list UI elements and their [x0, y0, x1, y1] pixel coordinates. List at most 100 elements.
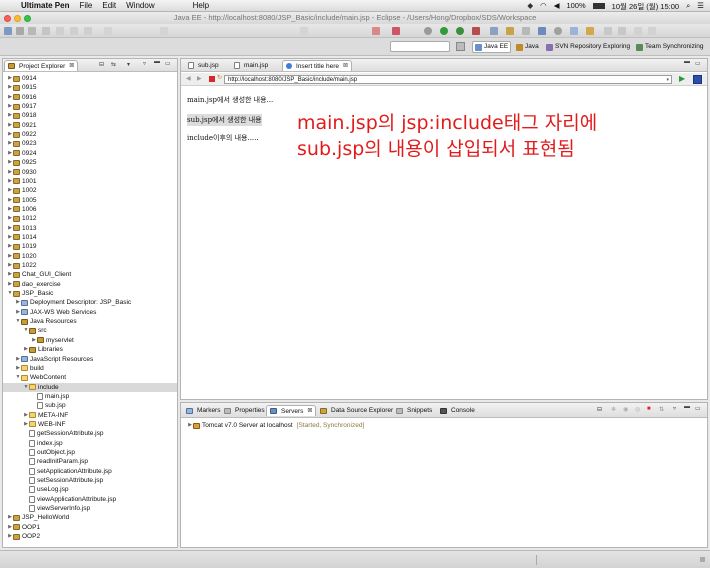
tree-item[interactable]: outObject.jsp: [3, 448, 177, 457]
toolbar-icon-26[interactable]: [634, 27, 642, 35]
forward-nav-icon[interactable]: [618, 27, 626, 35]
tree-item[interactable]: ▼ JSP_Basic: [3, 289, 177, 298]
tree-item[interactable]: index.jsp: [3, 439, 177, 448]
volume-icon[interactable]: ◀: [554, 1, 560, 12]
tree-item[interactable]: ▶ JAX-WS Web Services: [3, 308, 177, 317]
tab-main-jsp[interactable]: main.jsp: [231, 60, 271, 71]
tree-item[interactable]: viewServerInfo.jsp: [3, 504, 177, 513]
profile-server-icon[interactable]: ◎: [635, 406, 640, 413]
debug-server-icon[interactable]: ✻: [611, 406, 616, 413]
back-arrow-icon[interactable]: ◀: [186, 75, 191, 82]
close-icon[interactable]: ⊠: [343, 61, 348, 72]
open-external-browser-icon[interactable]: [693, 75, 702, 84]
stop-server-icon[interactable]: ■: [647, 406, 651, 412]
tab-project-explorer[interactable]: Project Explorer ⊠: [4, 60, 79, 72]
refresh-icon[interactable]: ↻: [217, 74, 222, 81]
tree-item[interactable]: readInitParam.jsp: [3, 457, 177, 466]
toolbar-icon-9[interactable]: [160, 27, 168, 35]
close-icon[interactable]: ⊠: [69, 61, 74, 72]
tree-item[interactable]: sub.jsp: [3, 401, 177, 410]
tree-item[interactable]: ▶ 1019: [3, 242, 177, 251]
menu-window[interactable]: Window: [126, 1, 154, 10]
save-all-icon[interactable]: [28, 27, 36, 35]
tree-item[interactable]: ▶ 0917: [3, 102, 177, 111]
perspective-java-ee[interactable]: Java EE: [472, 41, 512, 53]
perspective-team-sync[interactable]: Team Synchronizing: [634, 41, 706, 53]
external-tools-icon[interactable]: [472, 27, 480, 35]
perspective-java[interactable]: Java: [514, 41, 541, 53]
search-toolbar-icon[interactable]: [554, 27, 562, 35]
tree-item[interactable]: ▶ 0914: [3, 74, 177, 83]
list-icon[interactable]: ☰: [697, 1, 704, 12]
forward-arrow-icon[interactable]: ▶: [197, 75, 202, 82]
tree-item[interactable]: ▶ 1020: [3, 252, 177, 261]
tree-item[interactable]: ▶ JSP_HelloWorld: [3, 513, 177, 522]
close-icon[interactable]: ⊠: [307, 406, 312, 417]
tree-item[interactable]: setApplicationAttribute.jsp: [3, 467, 177, 476]
tab-insert-title-here[interactable]: Insert title here ⊠: [282, 60, 353, 72]
tree-item[interactable]: ▶ dao_exercise: [3, 280, 177, 289]
open-perspective-icon[interactable]: [456, 42, 465, 51]
back-nav-icon[interactable]: [604, 27, 612, 35]
minimize-view-icon[interactable]: ▬: [154, 59, 160, 65]
go-icon[interactable]: ▶: [679, 74, 685, 83]
tree-item[interactable]: ▶ 1012: [3, 214, 177, 223]
tree-item[interactable]: ▼ include: [3, 382, 177, 392]
toolbar-icon-20[interactable]: [538, 27, 546, 35]
tree-item[interactable]: ▼ src: [3, 326, 177, 335]
tree-item[interactable]: ▶ Deployment Descriptor: JSP_Basic: [3, 298, 177, 307]
maximize-editor-icon[interactable]: ▭: [695, 60, 701, 67]
tree-item[interactable]: ▶ 0924: [3, 149, 177, 158]
tab-markers[interactable]: Markers: [183, 405, 223, 416]
toolbar-icon-12[interactable]: [392, 27, 400, 35]
print-icon[interactable]: [42, 27, 50, 35]
tree-item[interactable]: ▶ WEB-INF: [3, 420, 177, 429]
open-type-icon[interactable]: [506, 27, 514, 35]
quick-access-input[interactable]: [390, 41, 450, 52]
tree-item[interactable]: ▼ WebContent: [3, 373, 177, 382]
url-dropdown-icon[interactable]: ▾: [666, 76, 669, 84]
tree-item[interactable]: ▶ META-INF: [3, 411, 177, 420]
tree-item[interactable]: ▶ Libraries: [3, 345, 177, 354]
tree-item[interactable]: ▶ 0921: [3, 121, 177, 130]
filter-icon[interactable]: ▾: [127, 61, 130, 68]
toolbar-icon-27[interactable]: [648, 27, 656, 35]
tree-item[interactable]: ▶ 0930: [3, 168, 177, 177]
tree-item[interactable]: ▶ JavaScript Resources: [3, 355, 177, 364]
collapse-all-icon[interactable]: ⊟: [99, 61, 104, 68]
gear-icon[interactable]: [424, 27, 432, 35]
tab-console[interactable]: Console: [437, 405, 478, 416]
debug-icon[interactable]: [456, 27, 464, 35]
tree-item[interactable]: main.jsp: [3, 392, 177, 401]
toolbar-icon-10[interactable]: [300, 27, 308, 35]
clock[interactable]: 10월 26일 (월) 15:00: [612, 1, 679, 12]
menu-help[interactable]: Help: [193, 1, 209, 10]
tree-item[interactable]: getSessionAttribute.jsp: [3, 429, 177, 438]
tab-servers[interactable]: Servers ⊠: [266, 405, 317, 417]
new-server-icon[interactable]: [490, 27, 498, 35]
tree-item[interactable]: ▶ 1005: [3, 196, 177, 205]
maximize-view-icon[interactable]: ▭: [695, 405, 701, 412]
tree-item[interactable]: ▶ 1022: [3, 261, 177, 270]
publish-icon[interactable]: ⇅: [659, 406, 664, 413]
app-menu[interactable]: Ultimate Pen: [21, 1, 69, 10]
menu-edit[interactable]: Edit: [102, 1, 116, 10]
close-window-icon[interactable]: [4, 15, 11, 22]
tree-item[interactable]: ▼ Java Resources: [3, 317, 177, 326]
tree-item[interactable]: ▶ 1014: [3, 233, 177, 242]
tree-item[interactable]: setSessionAttribute.jsp: [3, 476, 177, 485]
tree-item[interactable]: ▶ 0916: [3, 93, 177, 102]
tree-item[interactable]: ▶ myservlet: [3, 336, 177, 345]
toolbar-icon-7[interactable]: [84, 27, 92, 35]
tree-item[interactable]: ▶ OOP2: [3, 532, 177, 541]
tree-item[interactable]: ▶ 0925: [3, 158, 177, 167]
toolbar-icon-11[interactable]: [372, 27, 380, 35]
search-icon[interactable]: ⌕: [686, 1, 690, 12]
stop-icon[interactable]: [209, 76, 215, 82]
tab-data-source-explorer[interactable]: Data Source Explorer: [317, 405, 396, 416]
view-menu-icon[interactable]: ▿: [673, 405, 676, 412]
toolbar-icon-23[interactable]: [586, 27, 594, 35]
run-icon[interactable]: [440, 27, 448, 35]
tree-item[interactable]: ▶ 1001: [3, 177, 177, 186]
tree-item[interactable]: ▶ 1013: [3, 224, 177, 233]
